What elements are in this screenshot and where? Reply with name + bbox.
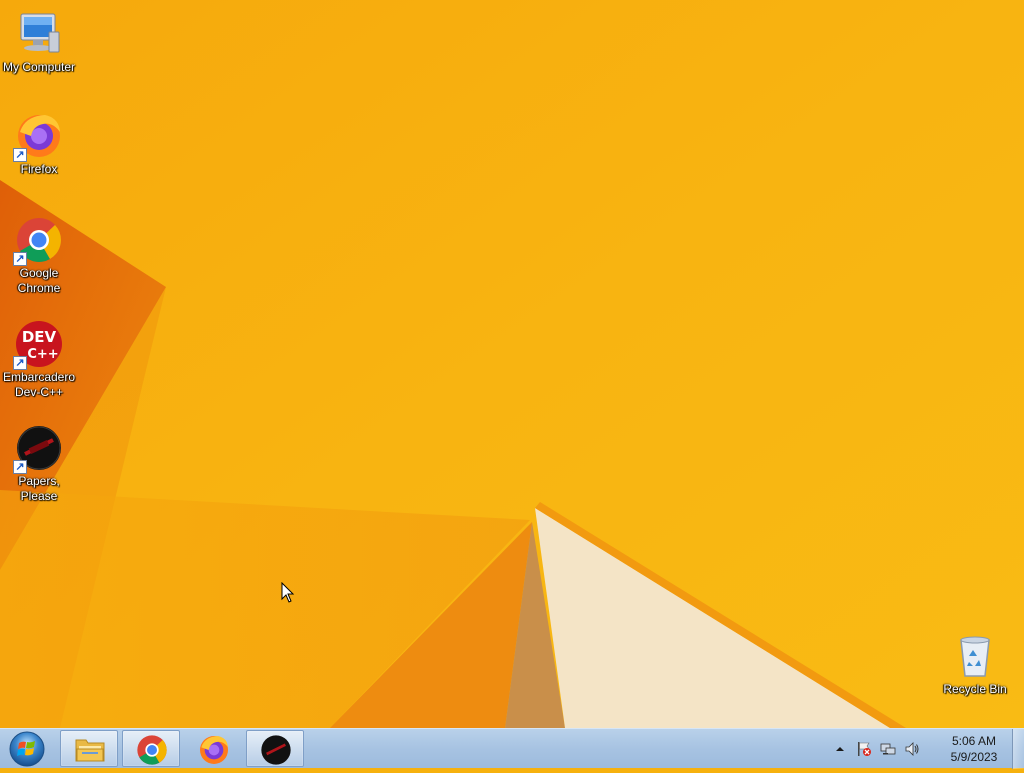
desktop-icon-dev-cpp[interactable]: DEV C++ ↗ Embarcadero Dev-C++	[0, 320, 78, 400]
start-button[interactable]	[4, 730, 50, 768]
desktop-icon-label: Recycle Bin	[943, 682, 1007, 696]
shortcut-arrow-icon: ↗	[13, 460, 27, 474]
show-desktop-button[interactable]	[1012, 729, 1024, 769]
taskbar[interactable]: 5:06 AM 5/9/2023	[0, 728, 1024, 769]
desktop-icon-firefox[interactable]: ↗ Firefox	[0, 112, 78, 177]
desktop-icon-label: Google Chrome	[17, 266, 61, 295]
taskbar-button-google-chrome[interactable]	[122, 730, 180, 767]
desktop-icon-recycle-bin[interactable]: Recycle Bin	[936, 632, 1014, 697]
papers-please-icon	[261, 735, 291, 765]
desktop-icon-label: Firefox	[20, 162, 58, 176]
taskbar-button-papers-please[interactable]	[246, 730, 304, 767]
clock[interactable]: 5:06 AM 5/9/2023	[944, 733, 1004, 765]
papers-please-icon: ↗	[13, 424, 63, 474]
chrome-icon	[137, 735, 167, 765]
devcpp-glyph-top: DEV	[22, 328, 57, 346]
taskbar-button-file-explorer[interactable]	[60, 730, 118, 767]
desktop-icon-label: Embarcadero Dev-C++	[2, 370, 76, 399]
recycle-bin-icon	[951, 632, 999, 680]
folder-icon	[75, 739, 105, 762]
chevron-up-icon[interactable]	[834, 743, 846, 755]
desktop-icon-my-computer[interactable]: My Computer	[0, 10, 78, 75]
network-icon[interactable]	[880, 741, 896, 757]
mouse-cursor-icon	[281, 582, 295, 603]
firefox-icon	[200, 736, 228, 764]
notification-area: 5:06 AM 5/9/2023	[834, 729, 1024, 769]
shortcut-arrow-icon: ↗	[13, 148, 27, 162]
action-center-flag-icon[interactable]	[856, 741, 872, 757]
clock-date: 5/9/2023	[950, 750, 998, 764]
clock-time: 5:06 AM	[951, 734, 997, 748]
windows-logo-icon	[9, 731, 45, 767]
desktop-icon-papers-please[interactable]: ↗ Papers, Please	[0, 424, 78, 504]
volume-icon[interactable]	[904, 741, 920, 757]
desktop-icon-label: Papers, Please	[18, 474, 60, 503]
shortcut-arrow-icon: ↗	[13, 356, 27, 370]
firefox-icon: ↗	[13, 112, 63, 162]
devcpp-icon: DEV C++ ↗	[13, 320, 63, 370]
shortcut-arrow-icon: ↗	[13, 252, 27, 266]
taskbar-button-firefox[interactable]	[184, 730, 242, 767]
devcpp-glyph-bottom: C++	[27, 347, 58, 362]
desktop-icon-label: My Computer	[2, 60, 76, 74]
desktop-icon-google-chrome[interactable]: ↗ Google Chrome	[0, 216, 78, 296]
desktop-wallpaper[interactable]	[0, 0, 1024, 728]
computer-icon	[15, 10, 63, 58]
chrome-icon: ↗	[13, 216, 63, 266]
